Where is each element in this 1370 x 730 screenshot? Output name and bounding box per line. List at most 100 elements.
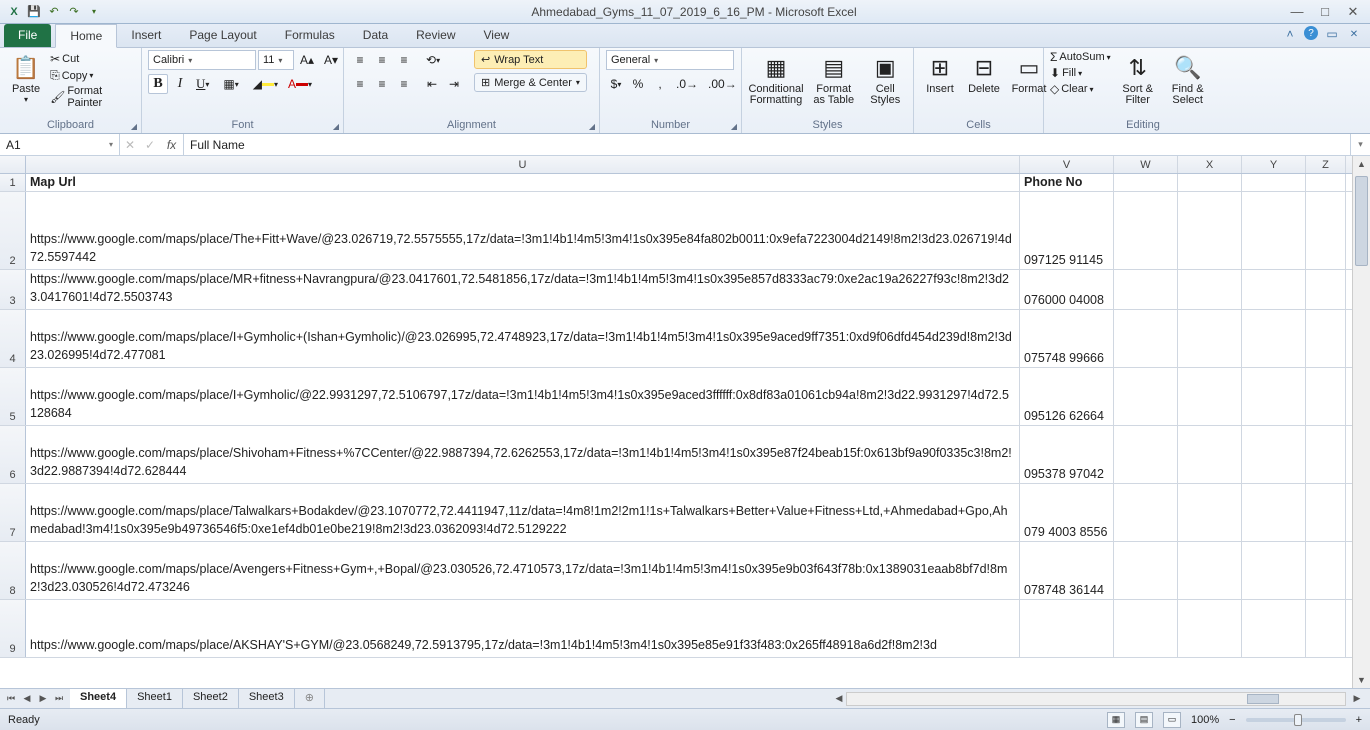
- cell[interactable]: [1020, 600, 1114, 657]
- cell[interactable]: 075748 99666: [1020, 310, 1114, 367]
- row-header[interactable]: 9: [0, 600, 26, 657]
- increase-decimal-icon[interactable]: .0→: [672, 74, 702, 94]
- italic-button[interactable]: I: [170, 74, 190, 94]
- hscroll-left-icon[interactable]: ◀: [832, 693, 846, 704]
- cell[interactable]: https://www.google.com/maps/place/I+Gymh…: [26, 368, 1020, 425]
- cell[interactable]: [1306, 484, 1346, 541]
- col-header-z[interactable]: Z: [1306, 156, 1346, 173]
- cell[interactable]: [1306, 542, 1346, 599]
- decrease-decimal-icon[interactable]: .00→: [704, 74, 741, 94]
- cell[interactable]: [1242, 426, 1306, 483]
- cell[interactable]: [1178, 174, 1242, 191]
- cell[interactable]: https://www.google.com/maps/place/MR+fit…: [26, 270, 1020, 309]
- cell[interactable]: [1114, 600, 1178, 657]
- alignment-launcher-icon[interactable]: ◢: [589, 122, 595, 131]
- row-header[interactable]: 5: [0, 368, 26, 425]
- clipboard-launcher-icon[interactable]: ◢: [131, 122, 137, 131]
- fill-button[interactable]: ⬇Fill▾: [1050, 66, 1111, 80]
- tab-view[interactable]: View: [470, 24, 524, 47]
- cell[interactable]: [1178, 542, 1242, 599]
- bold-button[interactable]: B: [148, 74, 168, 94]
- insert-cells-button[interactable]: ⊞Insert: [920, 50, 960, 97]
- cell[interactable]: [1114, 310, 1178, 367]
- cell[interactable]: [1178, 600, 1242, 657]
- cell[interactable]: [1114, 368, 1178, 425]
- tab-data[interactable]: Data: [349, 24, 402, 47]
- fx-icon[interactable]: fx: [160, 134, 184, 155]
- row-header[interactable]: 1: [0, 174, 26, 191]
- align-right-icon[interactable]: ≡: [394, 74, 414, 94]
- font-color-button[interactable]: A▾: [284, 74, 316, 94]
- vertical-scrollbar[interactable]: ▲ ▼: [1352, 156, 1370, 688]
- minimize-ribbon-icon[interactable]: ˄: [1282, 26, 1298, 42]
- autosum-button[interactable]: ΣAutoSum▾: [1050, 50, 1111, 64]
- decrease-indent-icon[interactable]: ⇤: [422, 74, 442, 94]
- align-middle-icon[interactable]: ≡: [372, 50, 392, 70]
- cell[interactable]: [1178, 426, 1242, 483]
- cell[interactable]: https://www.google.com/maps/place/The+Fi…: [26, 192, 1020, 269]
- cell[interactable]: 079 4003 8556: [1020, 484, 1114, 541]
- cell[interactable]: 097125 91145: [1020, 192, 1114, 269]
- select-all-corner[interactable]: [0, 156, 26, 173]
- cell[interactable]: [1306, 310, 1346, 367]
- cut-button[interactable]: ✂Cut: [50, 52, 135, 66]
- horizontal-scrollbar[interactable]: [846, 692, 1346, 706]
- currency-icon[interactable]: $▾: [606, 74, 626, 94]
- scroll-up-icon[interactable]: ▲: [1353, 156, 1370, 172]
- cell[interactable]: [1242, 192, 1306, 269]
- minimize-icon[interactable]: —: [1290, 5, 1304, 19]
- col-header-v[interactable]: V: [1020, 156, 1114, 173]
- page-layout-view-icon[interactable]: ▤: [1135, 712, 1153, 728]
- increase-indent-icon[interactable]: ⇥: [444, 74, 464, 94]
- cell[interactable]: [1242, 174, 1306, 191]
- zoom-slider[interactable]: [1246, 718, 1346, 722]
- delete-cells-button[interactable]: ⊟Delete: [964, 50, 1004, 97]
- sheet-nav-prev-icon[interactable]: ◀: [20, 693, 34, 704]
- cell[interactable]: 095378 97042: [1020, 426, 1114, 483]
- tab-insert[interactable]: Insert: [117, 24, 175, 47]
- tab-review[interactable]: Review: [402, 24, 469, 47]
- align-left-icon[interactable]: ≡: [350, 74, 370, 94]
- align-bottom-icon[interactable]: ≡: [394, 50, 414, 70]
- zoom-level[interactable]: 100%: [1191, 714, 1219, 726]
- row-header[interactable]: 6: [0, 426, 26, 483]
- borders-button[interactable]: ▦▾: [219, 74, 242, 94]
- wrap-text-button[interactable]: ↩Wrap Text: [474, 50, 587, 69]
- cell[interactable]: [1306, 368, 1346, 425]
- zoom-out-icon[interactable]: −: [1229, 714, 1235, 726]
- format-as-table-button[interactable]: ▤Format as Table: [808, 50, 859, 108]
- row-header[interactable]: 4: [0, 310, 26, 367]
- cell[interactable]: [1114, 542, 1178, 599]
- cell[interactable]: [1178, 310, 1242, 367]
- window-close2-icon[interactable]: ✕: [1346, 26, 1362, 42]
- cell[interactable]: [1114, 426, 1178, 483]
- cell[interactable]: [1242, 310, 1306, 367]
- col-header-y[interactable]: Y: [1242, 156, 1306, 173]
- fill-color-button[interactable]: ◢▾: [249, 74, 282, 94]
- tab-page-layout[interactable]: Page Layout: [175, 24, 270, 47]
- sheet-nav-last-icon[interactable]: ⏭: [52, 693, 66, 704]
- font-name-select[interactable]: Calibri▾: [148, 50, 256, 70]
- comma-icon[interactable]: ,: [650, 74, 670, 94]
- tab-home[interactable]: Home: [55, 24, 117, 48]
- cell[interactable]: Map Url: [26, 174, 1020, 191]
- maximize-icon[interactable]: □: [1318, 5, 1332, 19]
- align-center-icon[interactable]: ≡: [372, 74, 392, 94]
- copy-button[interactable]: ⎘Copy▾: [50, 68, 135, 83]
- sheet-tab-new-icon[interactable]: ⊕: [295, 689, 325, 708]
- formula-input[interactable]: Full Name: [184, 134, 1350, 155]
- help-icon[interactable]: ?: [1304, 26, 1318, 40]
- increase-font-icon[interactable]: A▴: [296, 50, 318, 70]
- sort-filter-button[interactable]: ⇅Sort & Filter: [1115, 50, 1161, 108]
- sheet-tab-sheet2[interactable]: Sheet2: [183, 689, 239, 708]
- cell[interactable]: [1242, 270, 1306, 309]
- col-header-x[interactable]: X: [1178, 156, 1242, 173]
- cell[interactable]: 095126 62664: [1020, 368, 1114, 425]
- cell[interactable]: [1242, 368, 1306, 425]
- cell[interactable]: [1114, 270, 1178, 309]
- decrease-font-icon[interactable]: A▾: [320, 50, 342, 70]
- zoom-in-icon[interactable]: +: [1356, 714, 1362, 726]
- undo-icon[interactable]: ↶: [46, 4, 62, 20]
- find-select-button[interactable]: 🔍Find & Select: [1165, 50, 1211, 108]
- cell[interactable]: Phone No: [1020, 174, 1114, 191]
